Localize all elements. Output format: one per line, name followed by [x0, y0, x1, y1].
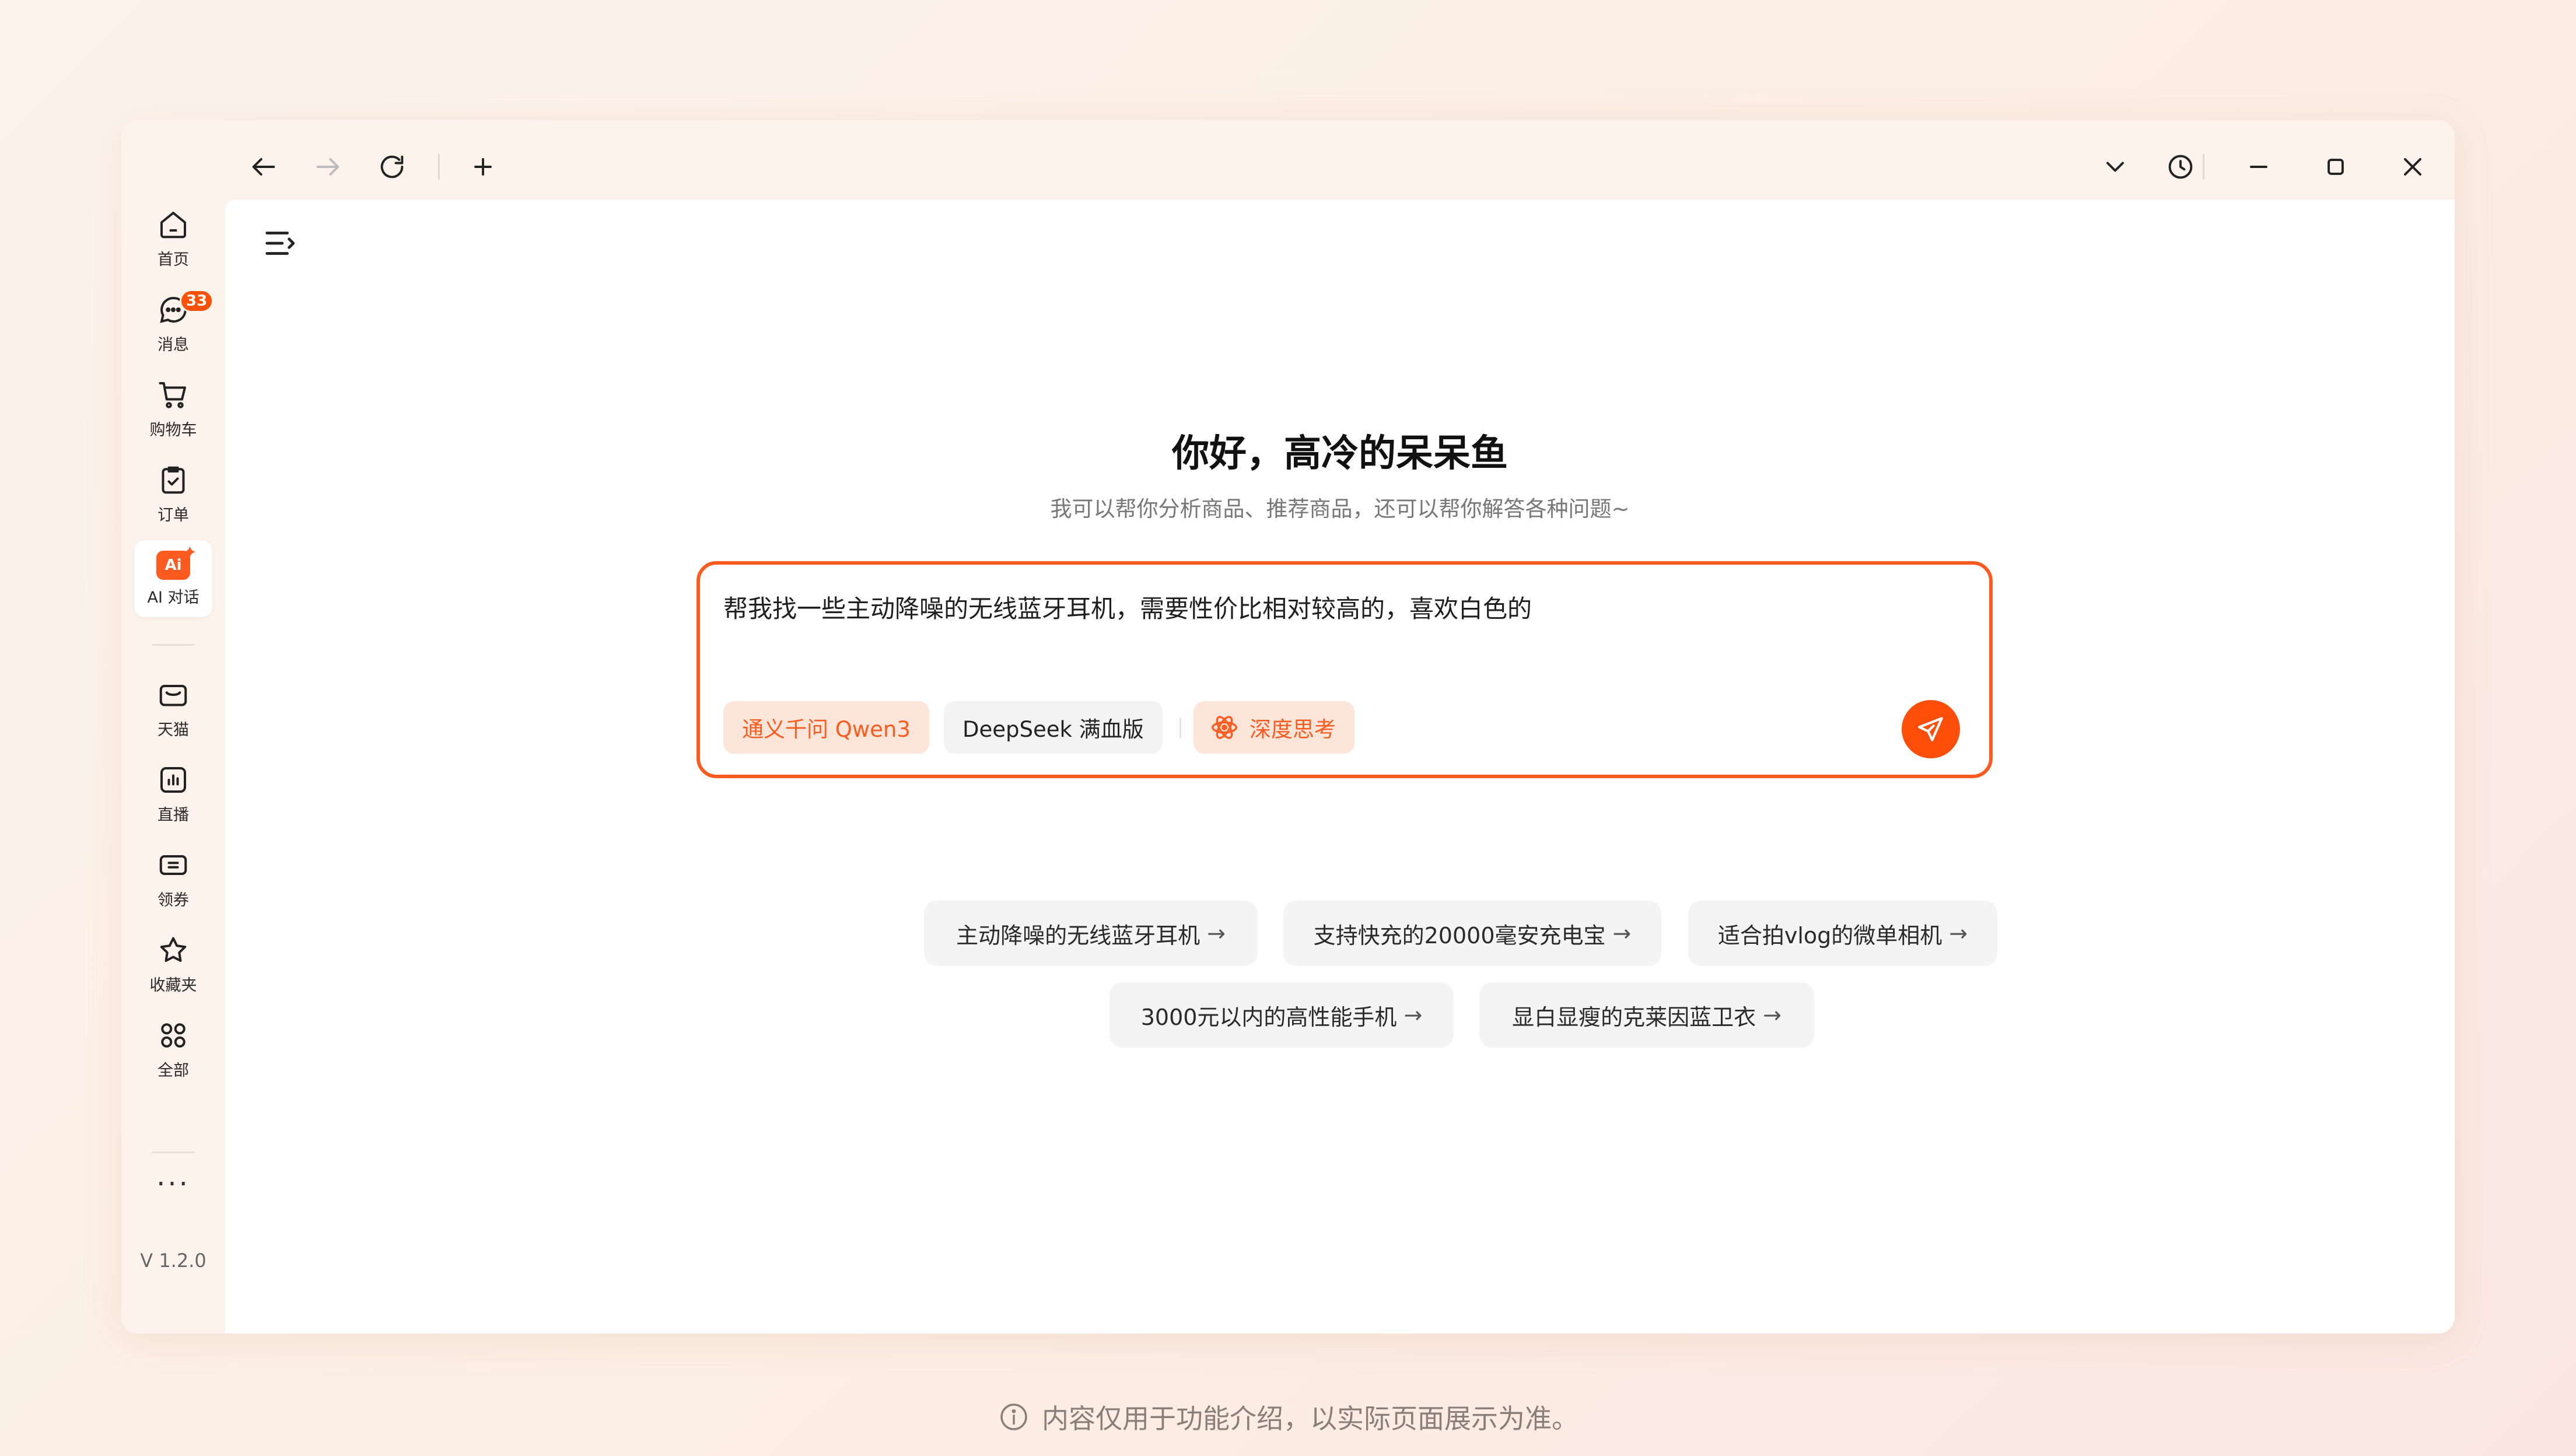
close-icon [2404, 158, 2421, 176]
deep-think-label: 深度思考 [1250, 717, 1336, 742]
sidebar-item-label: 首页 [158, 250, 189, 269]
close-button[interactable] [2389, 144, 2436, 190]
sidebar-item-all[interactable]: 全部 [134, 1010, 212, 1087]
chat-input-text[interactable]: 帮我找一些主动降噪的无线蓝牙耳机，需要性价比相对较高的，喜欢白色的 [723, 589, 1532, 625]
sparkle-icon: ✦ [182, 542, 197, 563]
grid-icon [161, 1023, 186, 1048]
suggestion-text: 适合拍vlog的微单相机 [1717, 922, 1943, 949]
more-button[interactable]: ··· [121, 1168, 225, 1200]
sidebar-item-coupons[interactable]: 领券 [134, 840, 212, 917]
send-button[interactable] [1902, 700, 1960, 758]
sidebar-item-home[interactable]: 首页 [134, 200, 212, 276]
arrow-right-icon [316, 158, 340, 176]
maximize-icon [2328, 159, 2344, 175]
history-button[interactable] [2157, 144, 2204, 190]
chat-input-box[interactable]: 帮我找一些主动降噪的无线蓝牙耳机，需要性价比相对较高的，喜欢白色的 通义千问 Q… [696, 561, 1993, 778]
suggestion-chip[interactable]: 显白显瘦的克莱因蓝卫衣 → [1479, 982, 1814, 1048]
ai-chat-icon: Ai ✦ [156, 542, 197, 580]
sidebar-item-label: 直播 [158, 806, 189, 824]
disclaimer-text: 内容仅用于功能介绍，以实际页面展示为准。 [1042, 1403, 1578, 1434]
suggestion-chip[interactable]: 主动降噪的无线蓝牙耳机 → [924, 901, 1258, 966]
sidebar-item-favorites[interactable]: 收藏夹 [134, 925, 212, 1002]
arrow-right-icon: → [1404, 1002, 1423, 1028]
sidebar-item-messages[interactable]: 33 消息 [134, 285, 214, 362]
suggestion-chip[interactable]: 3000元以内的高性能手机 → [1110, 982, 1454, 1048]
sidebar-item-cart[interactable]: 购物车 [134, 370, 212, 447]
browser-window: 首页 33 消息 购物车 订单 Ai ✦ AI 对话 天猫 直播 领券 收藏夹 … [121, 120, 2455, 1334]
plus-icon [474, 158, 492, 176]
arrow-right-icon: → [1612, 921, 1632, 946]
home-icon [160, 211, 186, 238]
star-icon [160, 937, 187, 962]
forward-button[interactable] [304, 144, 351, 190]
model-chip-qwen[interactable]: 通义千问 Qwen3 [723, 701, 929, 754]
cart-icon [159, 382, 186, 408]
menu-expand-icon [265, 232, 295, 255]
sidebar-item-label: 领券 [158, 891, 189, 909]
toolbar-divider-right [2203, 154, 2204, 180]
greeting-title: 你好，高冷的呆呆鱼 [1172, 432, 1508, 475]
message-count-badge: 33 [180, 289, 214, 313]
arrow-right-icon: → [1207, 921, 1226, 946]
sidebar-item-ai-chat[interactable]: Ai ✦ AI 对话 [134, 540, 212, 617]
suggestion-text: 显白显瘦的克莱因蓝卫衣 [1512, 1004, 1756, 1030]
main-content: 你好，高冷的呆呆鱼 我可以帮你分析商品、推荐商品，还可以帮你解答各种问题~ 帮我… [225, 200, 2455, 1334]
sidebar-item-label: 订单 [158, 506, 189, 524]
minimize-icon [2250, 166, 2267, 168]
arrow-left-icon [252, 158, 275, 176]
chevron-down-icon [2106, 162, 2124, 172]
suggestion-text: 主动降噪的无线蓝牙耳机 [956, 922, 1200, 949]
model-chip-deepseek[interactable]: DeepSeek 满血版 [944, 701, 1163, 754]
sidebar-item-orders[interactable]: 订单 [134, 455, 212, 532]
live-icon [160, 766, 186, 793]
info-icon [1000, 1404, 1027, 1430]
toggle-sidebar-button[interactable] [260, 223, 301, 264]
disclaimer-footer: 内容仅用于功能介绍，以实际页面展示为准。 [0, 1398, 2576, 1436]
atom-icon [1212, 716, 1237, 739]
sidebar-item-label: 购物车 [149, 421, 197, 439]
ai-icon-text: Ai [164, 556, 182, 574]
chip-divider [1180, 718, 1181, 738]
sidebar-item-label: 消息 [158, 335, 189, 354]
greeting-subtitle: 我可以帮你分析商品、推荐商品，还可以帮你解答各种问题~ [1050, 496, 1630, 522]
suggestion-chip[interactable]: 支持快充的20000毫安充电宝 → [1283, 901, 1661, 966]
clock-icon [2168, 155, 2193, 179]
sidebar-divider-bottom [152, 1152, 195, 1153]
tmall-icon [159, 684, 187, 706]
sidebar-item-live[interactable]: 直播 [134, 755, 212, 832]
new-tab-button[interactable] [460, 144, 506, 190]
dropdown-button[interactable] [2092, 144, 2138, 190]
arrow-right-icon: → [1949, 921, 1968, 946]
sidebar-item-label: AI 对话 [147, 588, 200, 607]
minimize-button[interactable] [2235, 144, 2282, 190]
version-label: V 1.2.0 [140, 1250, 206, 1272]
sidebar-item-tmall[interactable]: 天猫 [134, 670, 212, 747]
order-icon [162, 466, 185, 494]
refresh-icon [380, 155, 404, 178]
back-button[interactable] [240, 144, 287, 190]
sidebar: 首页 33 消息 购物车 订单 Ai ✦ AI 对话 天猫 直播 领券 收藏夹 … [121, 200, 225, 1334]
sidebar-item-label: 天猫 [158, 720, 189, 739]
coupon-icon [159, 855, 187, 875]
suggestion-text: 支持快充的20000毫安充电宝 [1313, 922, 1606, 949]
maximize-button[interactable] [2312, 144, 2359, 190]
toolbar-divider [438, 154, 440, 180]
suggestion-chip[interactable]: 适合拍vlog的微单相机 → [1688, 901, 1997, 966]
send-icon [1918, 717, 1943, 741]
sidebar-item-label: 全部 [158, 1061, 189, 1080]
deep-think-toggle[interactable]: 深度思考 [1194, 701, 1354, 754]
suggestion-text: 3000元以内的高性能手机 [1140, 1004, 1397, 1030]
sidebar-divider [152, 644, 195, 646]
sidebar-item-label: 收藏夹 [149, 976, 197, 995]
arrow-right-icon: → [1763, 1002, 1782, 1028]
refresh-button[interactable] [369, 144, 415, 190]
